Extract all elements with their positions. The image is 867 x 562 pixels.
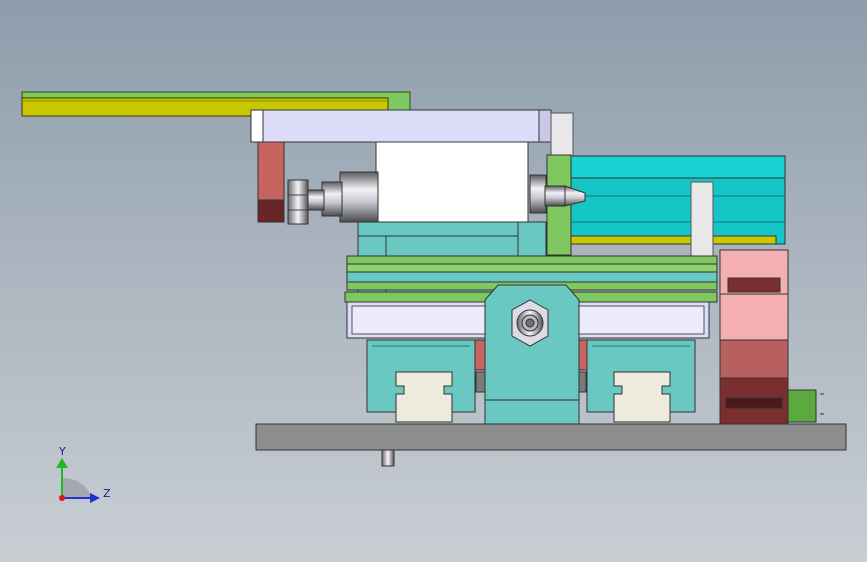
red-handle: [257, 141, 285, 223]
z-axis-label: Z: [103, 487, 111, 500]
x-axis-dot-icon: [59, 495, 65, 501]
y-axis-label: Y: [58, 445, 66, 458]
cable-chain: [719, 249, 824, 425]
cad-viewport[interactable]: Y Z: [0, 0, 867, 562]
spindle-motor: [287, 141, 529, 225]
linear-guide-left: [366, 339, 476, 423]
z-axis-arrow-icon: [90, 493, 100, 503]
linear-guide-right: [586, 339, 696, 423]
y-axis-arrow-icon: [56, 458, 68, 468]
center-bracket: [484, 284, 580, 425]
base-plate: [255, 423, 847, 467]
cyan-actuator: [570, 155, 786, 263]
axis-triad: Y Z: [56, 445, 111, 503]
cad-model-view[interactable]: Y Z: [0, 0, 867, 562]
